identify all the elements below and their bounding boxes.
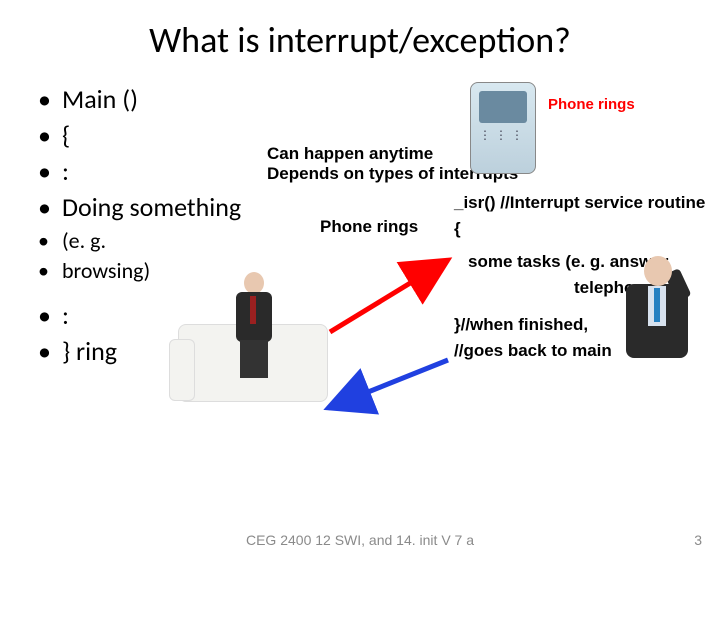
bullet-open-brace: { bbox=[62, 118, 70, 154]
slide-content: •Main () •{ •: •Doing something •(e. g. … bbox=[0, 82, 720, 522]
bullet-colon-1: : bbox=[62, 154, 69, 190]
isr-line1: _isr() //Interrupt service routine bbox=[454, 190, 714, 216]
slide-title: What is interrupt/exception? bbox=[0, 0, 720, 82]
arrow-to-isr bbox=[330, 260, 448, 332]
man-on-phone-image bbox=[614, 250, 704, 370]
bullet-main: Main () bbox=[62, 82, 138, 118]
man-on-sofa-image bbox=[178, 252, 338, 402]
footer-text: CEG 2400 12 SWI, and 14. init V 7 a bbox=[246, 532, 474, 548]
bullet-browsing: browsing) bbox=[62, 256, 150, 286]
cellphone-icon bbox=[470, 82, 536, 174]
bullet-colon-2: : bbox=[62, 298, 69, 334]
phone-rings-label-top: Phone rings bbox=[548, 96, 635, 113]
bullet-doing: Doing something bbox=[62, 190, 241, 226]
page-number: 3 bbox=[694, 532, 702, 548]
bullet-eg: (e. g. bbox=[62, 226, 106, 256]
arrow-back-to-main bbox=[328, 360, 448, 408]
isr-line2: { bbox=[454, 216, 714, 242]
bullet-close-brace: } ring bbox=[62, 334, 117, 370]
phone-rings-label-center: Phone rings bbox=[320, 217, 418, 237]
